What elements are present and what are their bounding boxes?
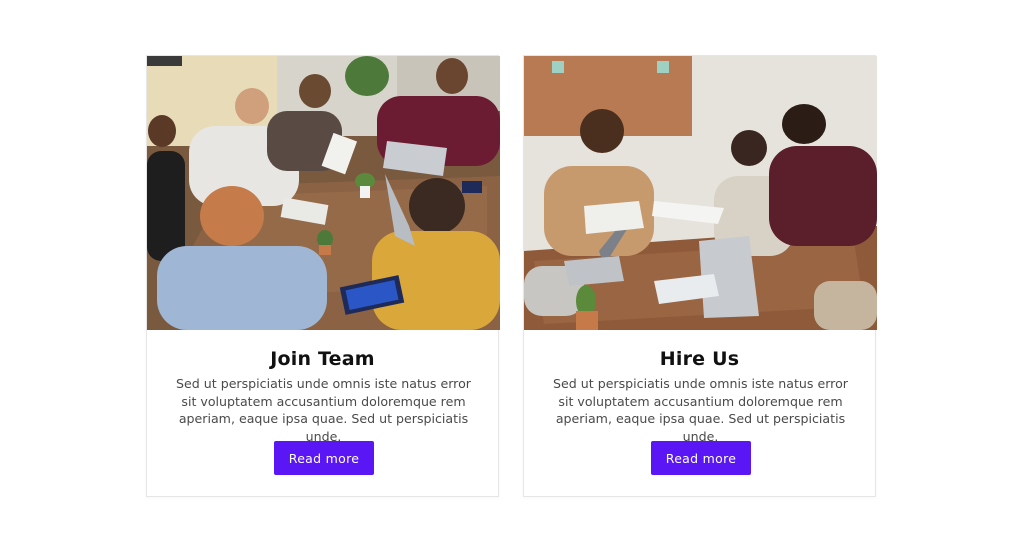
card-hire-us: Hire Us Sed ut perspiciatis unde omnis i… <box>523 55 877 497</box>
read-more-button[interactable]: Read more <box>651 441 751 475</box>
card-description: Sed ut perspiciatis unde omnis iste natu… <box>553 376 848 444</box>
office-collaboration-photo <box>524 56 877 330</box>
read-more-button[interactable]: Read more <box>274 441 374 475</box>
page: Join Team Sed ut perspiciatis unde omnis… <box>0 0 1024 550</box>
card-title: Join Team <box>270 348 375 370</box>
team-meeting-photo <box>147 56 500 330</box>
card-title: Hire Us <box>659 348 740 370</box>
card-join-team: Join Team Sed ut perspiciatis unde omnis… <box>146 55 500 497</box>
card-description: Sed ut perspiciatis unde omnis iste natu… <box>176 376 471 444</box>
